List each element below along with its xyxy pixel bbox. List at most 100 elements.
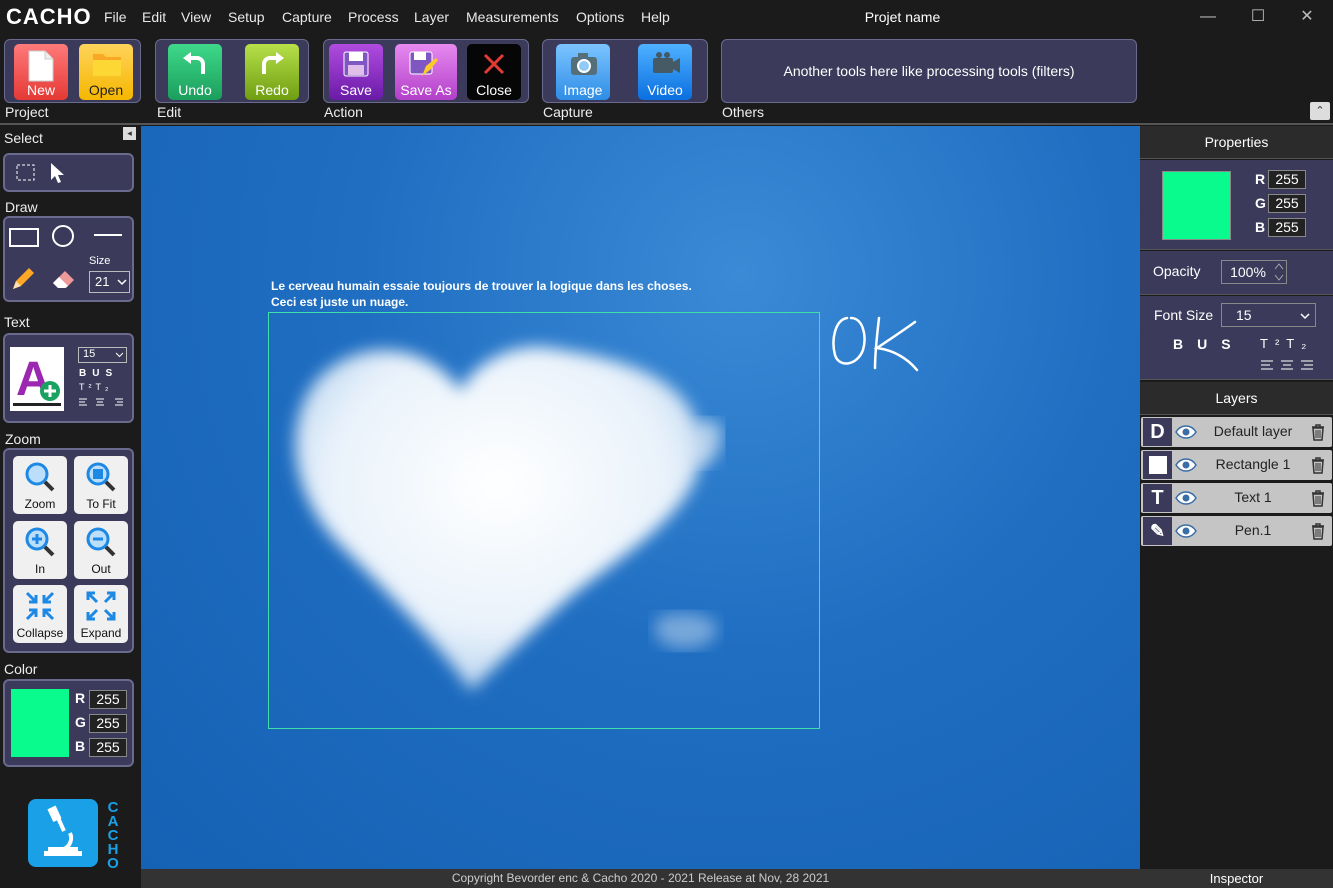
undo-button[interactable]: Undo — [168, 44, 222, 100]
draw-title: Draw — [5, 199, 38, 215]
properties-color: R 255 G 255 B 255 — [1140, 160, 1333, 250]
text-font-size-value: 15 — [83, 348, 96, 360]
video-capture-button[interactable]: Video — [638, 44, 692, 100]
pencil-icon[interactable] — [10, 266, 36, 292]
line-tool-icon[interactable] — [93, 232, 123, 238]
to-fit-label: To Fit — [86, 497, 116, 511]
draw-tools: Size 21 — [3, 216, 134, 302]
zoom-button[interactable]: Zoom — [13, 456, 67, 514]
red-value-field[interactable]: 255 — [1268, 170, 1306, 189]
trash-icon[interactable] — [1311, 457, 1325, 474]
layer-name: Text 1 — [1234, 489, 1272, 505]
menu-file[interactable]: File — [104, 9, 127, 25]
superscript-subscript-icons[interactable]: T²T₂ — [79, 382, 113, 392]
layer-row[interactable]: T Text 1 — [1141, 483, 1332, 513]
eye-icon[interactable] — [1175, 524, 1197, 538]
image-canvas[interactable]: Le cerveau humain essaie toujours de tro… — [141, 126, 1140, 869]
text-align-icons[interactable] — [1260, 359, 1316, 371]
color-swatch[interactable] — [11, 689, 69, 757]
layer-row[interactable]: D Default layer — [1141, 417, 1332, 447]
font-size-select[interactable]: 15 — [1221, 303, 1316, 327]
menu-setup[interactable]: Setup — [228, 9, 265, 25]
size-label: Size — [89, 255, 111, 267]
capture-group: Image Video — [542, 39, 708, 103]
close-button[interactable]: Close — [467, 44, 521, 100]
opacity-spinner-icon[interactable] — [1273, 261, 1285, 283]
chevron-down-icon — [117, 279, 127, 286]
text-align-icons[interactable] — [78, 397, 128, 407]
blue-value-field[interactable]: 255 — [1268, 218, 1306, 237]
pointer-icon[interactable] — [49, 162, 65, 184]
trash-icon[interactable] — [1311, 523, 1325, 540]
eraser-icon[interactable] — [49, 266, 77, 292]
others-group-label: Others — [722, 104, 765, 120]
close-window-button[interactable]: ✕ — [1287, 4, 1327, 30]
redo-icon — [262, 52, 284, 74]
expand-button[interactable]: Expand — [74, 585, 128, 643]
blue-label: B — [1255, 219, 1266, 235]
menu-measurements[interactable]: Measurements — [466, 9, 559, 25]
properties-color-swatch[interactable] — [1162, 171, 1231, 240]
add-text-button[interactable]: A — [10, 347, 64, 411]
menu-view[interactable]: View — [181, 9, 211, 25]
save-button[interactable]: Save — [329, 44, 383, 100]
superscript-subscript-icons[interactable]: T²T₂ — [1260, 336, 1313, 351]
zoom-out-button[interactable]: Out — [74, 521, 128, 579]
minimize-button[interactable]: — — [1188, 4, 1228, 30]
green-value-field[interactable]: 255 — [1268, 194, 1306, 213]
blue-value-field[interactable]: 255 — [89, 738, 127, 757]
trash-icon[interactable] — [1311, 424, 1325, 441]
status-bar: Copyright Bevorder enc & Cacho 2020 - 20… — [141, 869, 1140, 888]
save-as-button[interactable]: Save As — [395, 44, 457, 100]
red-value-field[interactable]: 255 — [89, 690, 127, 709]
layer-row[interactable]: ✎ Pen.1 — [1141, 516, 1332, 546]
collapse-ribbon-button[interactable]: ⌃ — [1310, 102, 1330, 120]
collapse-button[interactable]: Collapse — [13, 585, 67, 643]
text-font-size-select[interactable]: 15 — [78, 347, 127, 363]
zoom-to-fit-button[interactable]: To Fit — [74, 456, 128, 514]
eye-icon[interactable] — [1175, 491, 1197, 505]
font-size-value: 15 — [1236, 307, 1252, 323]
undo-label: Undo — [178, 82, 212, 98]
text-style-icons[interactable]: BUS — [79, 368, 118, 379]
marquee-select-icon[interactable] — [16, 164, 36, 182]
layer-type-icon: D — [1143, 418, 1172, 446]
project-name: Projet name — [864, 9, 941, 25]
menu-layer[interactable]: Layer — [414, 9, 449, 25]
zoom-in-button[interactable]: In — [13, 521, 67, 579]
opacity-label: Opacity — [1153, 263, 1201, 279]
image-capture-button[interactable]: Image — [556, 44, 610, 100]
new-button[interactable]: New — [14, 44, 68, 100]
new-file-icon — [28, 50, 54, 82]
eye-icon[interactable] — [1175, 425, 1197, 439]
ellipse-tool-icon[interactable] — [51, 224, 75, 248]
layer-row[interactable]: ■ Rectangle 1 — [1141, 450, 1332, 480]
green-value-field[interactable]: 255 — [89, 714, 127, 733]
redo-button[interactable]: Redo — [245, 44, 299, 100]
inspector-tab[interactable]: Inspector — [1140, 869, 1333, 888]
menu-help[interactable]: Help — [641, 9, 670, 25]
menu-edit[interactable]: Edit — [142, 9, 166, 25]
font-style-icons[interactable]: BUS — [1173, 336, 1245, 352]
pen-stroke-ok[interactable] — [829, 310, 924, 375]
open-label: Open — [88, 82, 124, 98]
zoom-title: Zoom — [5, 431, 41, 447]
others-tools-placeholder: Another tools here like processing tools… — [721, 39, 1137, 103]
collapse-label: Collapse — [16, 626, 64, 640]
zoom-tools: Zoom To Fit In Out Collapse Expand — [3, 448, 134, 653]
brush-size-select[interactable]: 21 — [89, 271, 130, 293]
layer-type-icon: T — [1143, 484, 1172, 512]
rectangle-selection[interactable] — [268, 312, 820, 729]
menu-options[interactable]: Options — [576, 9, 624, 25]
layers-title: Layers — [1140, 382, 1333, 415]
open-button[interactable]: Open — [79, 44, 133, 100]
eye-icon[interactable] — [1175, 458, 1197, 472]
text-title: Text — [4, 314, 30, 330]
collapse-left-panel-button[interactable]: ◂ — [123, 127, 136, 140]
zoom-in-icon — [25, 527, 55, 557]
maximize-button[interactable]: ☐ — [1238, 4, 1278, 30]
rectangle-tool-icon[interactable] — [8, 226, 40, 248]
menu-process[interactable]: Process — [348, 9, 399, 25]
menu-capture[interactable]: Capture — [282, 9, 332, 25]
trash-icon[interactable] — [1311, 490, 1325, 507]
